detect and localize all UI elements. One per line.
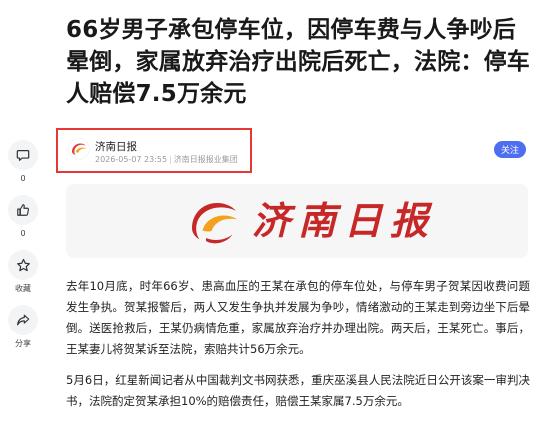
newspaper-logo-icon: [192, 203, 238, 244]
collect-action[interactable]: 收藏: [6, 250, 40, 294]
meta-divider: |: [169, 155, 172, 164]
like-action[interactable]: 0: [6, 195, 40, 239]
banner-newspaper-name: 济南日报: [252, 198, 437, 243]
follow-button[interactable]: 关注: [494, 141, 526, 158]
article-paragraph-2: 5月6日，红星新闻记者从中国裁判文书网获悉，重庆巫溪县人民法院近日公开该案一审判…: [66, 373, 530, 408]
comment-button[interactable]: [8, 140, 38, 170]
publish-meta: 2026-05-07 23:55 | 济南日报报业集团: [95, 154, 238, 165]
like-count: 0: [20, 229, 26, 238]
author-name[interactable]: 济南日报: [95, 139, 137, 154]
author-avatar[interactable]: [68, 138, 90, 160]
collect-button[interactable]: [8, 250, 38, 280]
like-button[interactable]: [8, 195, 38, 225]
share-icon: [17, 314, 30, 326]
share-button[interactable]: [8, 305, 38, 335]
comment-count: 0: [20, 174, 26, 183]
publisher-source: 济南日报报业集团: [173, 155, 238, 164]
collect-label: 收藏: [15, 284, 31, 293]
star-icon: [16, 258, 30, 271]
share-action[interactable]: 分享: [6, 305, 40, 349]
article-title: 66岁男子承包停车位，因停车费与人争吵后晕倒，家属放弃治疗出院后死亡，法院：停车…: [66, 17, 530, 107]
article-banner-image: 济南日报: [66, 184, 528, 258]
share-label: 分享: [15, 339, 31, 348]
thumbs-up-icon: [17, 204, 29, 216]
author-info-highlight: 济南日报 2026-05-07 23:55 | 济南日报报业集团: [56, 128, 252, 173]
comment-icon: [16, 150, 30, 161]
article-paragraph-1: 去年10月底，时年66岁、患高血压的王某在承包的停车位处，与停车男子贺某因收费问…: [66, 279, 530, 356]
comment-action[interactable]: 0: [6, 140, 40, 184]
publish-date: 2026-05-07 23:55: [95, 155, 168, 164]
